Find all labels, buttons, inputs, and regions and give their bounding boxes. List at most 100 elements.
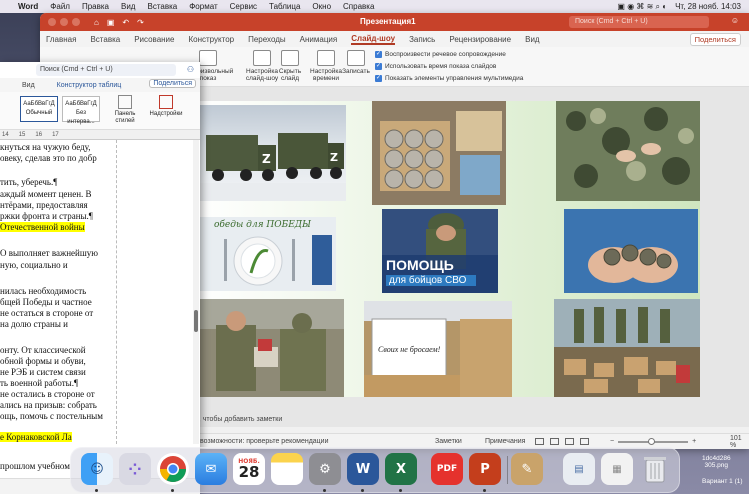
tab-view[interactable]: Вид [525,35,539,44]
running-indicator [323,489,326,492]
zoom-out-icon[interactable]: − [610,438,614,445]
slideshow-view-icon[interactable] [580,438,589,445]
menu-help[interactable]: Справка [343,2,374,11]
desktop-file-1[interactable]: 1dc4d286 305.png [702,455,731,469]
tab-insert[interactable]: Вставка [90,35,120,44]
downloads-icon[interactable]: ▤ [563,453,595,485]
menu-window[interactable]: Окно [312,2,331,11]
ppt-search-input[interactable]: Поиск (Cmd + Ctrl + U) [569,16,709,28]
photo-meals-for-victory[interactable]: обеды для ПОБЕДЫ [196,217,336,291]
word-scrollbar[interactable] [193,140,199,444]
accessibility-status[interactable]: возможности: проверьте рекомендации [200,438,329,445]
record-button[interactable]: Записать [338,50,374,75]
word-titlebar: Поиск (Cmd + Ctrl + U) ⚇ [0,62,200,78]
view-switcher[interactable] [535,438,589,445]
checkbox-media-controls[interactable]: ✓ Показать элементы управления мультимеди… [375,75,523,82]
zoom-slider[interactable]: − + [610,437,696,445]
word-tab-view[interactable]: Вид [22,82,35,89]
checkbox-timings[interactable]: ✓ Использовать время показа слайдов [375,63,496,70]
tab-record[interactable]: Запись [409,35,435,44]
finder-icon[interactable]: ☺ [81,453,113,485]
tab-slideshow[interactable]: Слайд-шоу [351,34,396,45]
menu-tools[interactable]: Сервис [230,2,257,11]
hide-slide-button[interactable]: Скрыть слайд [272,50,308,82]
word-icon[interactable]: W [347,453,379,485]
menu-file[interactable]: Файл [50,2,70,11]
notes-toggle[interactable]: Заметки [435,438,462,445]
tab-review[interactable]: Рецензирование [449,35,511,44]
word-search-input[interactable]: Поиск (Cmd + Ctrl + U) [36,64,176,76]
photo-group-with-boxes[interactable] [554,299,700,397]
photo-boxes-sign[interactable]: Своих не бросаем! [364,301,512,397]
trash-icon[interactable] [639,453,671,485]
save-icon[interactable]: ▣ [107,18,115,27]
menu-app-name[interactable]: Word [18,2,38,11]
preview-icon[interactable]: ✎ [511,453,543,485]
addins-icon [159,95,173,109]
word-tab-table-design[interactable]: Конструктор таблиц [57,82,122,89]
calendar-icon[interactable]: НОЯБ. 28 [233,453,265,485]
photo-camouflage-net[interactable] [556,101,700,201]
menu-format[interactable]: Формат [189,2,217,11]
photo-boxes-cans[interactable] [372,101,506,205]
tab-draw[interactable]: Рисование [134,35,174,44]
desktop-file-2[interactable]: Вариант 1 (1) [702,478,743,485]
close-button[interactable] [48,18,56,26]
clock[interactable]: Чт, 28 нояб. 14:03 [675,2,741,11]
normal-view-icon[interactable] [535,438,544,445]
photo-hands-patches[interactable] [564,209,698,293]
tab-transitions[interactable]: Переходы [248,35,286,44]
menu-insert[interactable]: Вставка [147,2,177,11]
addins-button[interactable]: Надстройки [146,95,186,118]
reading-view-icon[interactable] [565,438,574,445]
menu-edit[interactable]: Правка [82,2,109,11]
account-icon[interactable]: ☺ [731,16,739,25]
notes-placeholder[interactable]: у, чтобы добавить заметки [196,416,282,423]
zoom-level[interactable]: 101 % [730,435,749,449]
word-account-icon[interactable]: ⚇ [187,65,194,74]
styles-pane-button[interactable]: Панель стилей [108,95,142,125]
pdf-icon[interactable]: PDF [431,453,463,485]
doc-line-highlighted: Отечественной войны [0,222,85,232]
excel-icon[interactable]: X [385,453,417,485]
ppt-titlebar: ⌂ ▣ ↶ ↷ Презентация1 Поиск (Cmd + Ctrl +… [40,13,749,31]
home-icon[interactable]: ⌂ [94,18,99,27]
comments-toggle[interactable]: Примечания [485,438,525,445]
slide-canvas[interactable]: Z Z обеды для ПОБЕДЫ ПОМОЩЬ для бойцов С… [196,101,700,397]
menu-view[interactable]: Вид [121,2,135,11]
word-scroll-thumb[interactable] [194,310,198,332]
tab-home[interactable]: Главная [46,35,76,44]
checkbox-narration[interactable]: ✓ Воспроизвести речевое сопровождение [375,51,506,58]
zoom-in-icon[interactable]: + [692,438,696,445]
ppt-share-button[interactable]: Поделиться [689,33,741,46]
tab-animations[interactable]: Анимация [300,35,338,44]
mail-icon[interactable]: ✉ [195,453,227,485]
photo-help-for-soldiers[interactable]: ПОМОЩЬ для бойцов СВО [382,209,498,293]
status-icons[interactable]: ▣ ◉ ⌘ ≋ ⌕ ◐ [617,2,667,12]
tab-design[interactable]: Конструктор [188,35,234,44]
redo-icon[interactable]: ↷ [137,18,144,27]
style-normal[interactable]: АаБбВвГгД Обычный [20,96,58,122]
doc-line: ть военной работы.¶ [0,378,79,388]
style-no-spacing[interactable]: АаБбВвГгД Без интерва... [62,96,100,125]
settings-icon[interactable]: ⚙ [309,453,341,485]
files-icon[interactable]: ▦ [601,453,633,485]
sorter-view-icon[interactable] [550,438,559,445]
photo-soldiers-receiving[interactable] [196,299,344,397]
zoom-thumb[interactable] [648,437,656,445]
word-share-button[interactable]: Поделиться [149,79,196,88]
menu-table[interactable]: Таблица [269,2,300,11]
document-body[interactable]: кнуться на чужую беду, овеку, сделав это… [0,140,192,444]
doc-line: тить, уберечь.¶ [0,177,58,187]
launchpad-icon[interactable]: ⁘ [119,453,151,485]
zoom-button[interactable] [72,18,80,26]
minimize-button[interactable] [60,18,68,26]
powerpoint-icon[interactable]: P [469,453,501,485]
running-indicator [361,489,364,492]
notes-icon[interactable] [271,453,303,485]
photo-military-trucks[interactable]: Z Z [196,105,346,201]
chrome-icon[interactable] [157,453,189,485]
ppt-window-title: Презентация1 [360,17,416,26]
horizontal-ruler[interactable]: 14 15 16 17 [0,130,200,140]
undo-icon[interactable]: ↶ [122,18,129,27]
